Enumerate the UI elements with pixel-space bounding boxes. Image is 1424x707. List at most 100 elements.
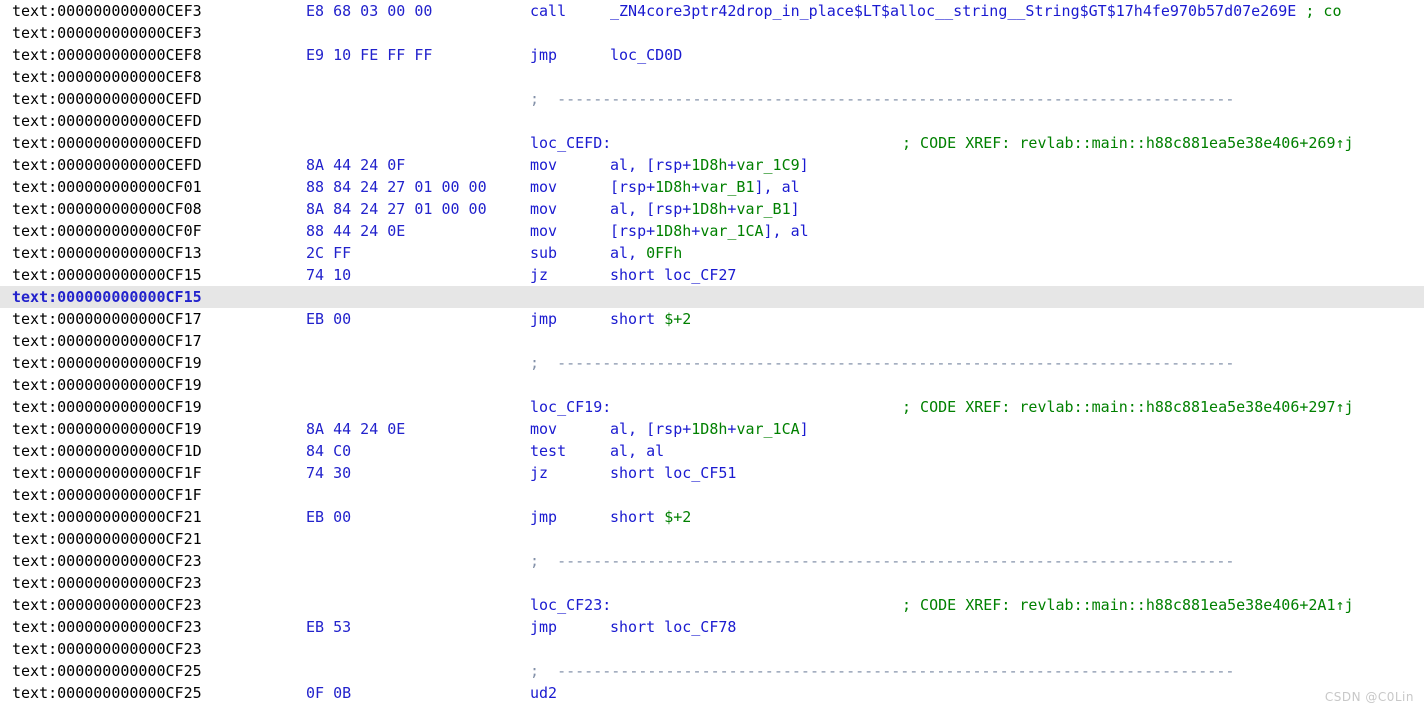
disassembly-row[interactable]: text:000000000000CF23 loc_CF23: ; CODE XRE… bbox=[0, 594, 1424, 616]
opcode-bytes-cell: 8A 44 24 0F bbox=[306, 156, 406, 174]
disassembly-row[interactable]: text:000000000000CF25 ; -----------------… bbox=[0, 660, 1424, 682]
address-cell: text:000000000000CF19 bbox=[12, 420, 202, 438]
address-cell: text:000000000000CEF8 bbox=[12, 68, 202, 86]
mnemonic-cell: ud2 bbox=[530, 684, 558, 702]
operands-cell[interactable]: short $+2 bbox=[610, 506, 691, 528]
mnemonic-cell: mov bbox=[530, 178, 558, 196]
disassembly-row[interactable]: text:000000000000CF19 bbox=[0, 374, 1424, 396]
address-cell: text:000000000000CEFD bbox=[12, 112, 202, 130]
address-cell: text:000000000000CF1D bbox=[12, 442, 202, 460]
disassembly-row[interactable]: text:000000000000CEF8 E9 10 FE FF FF jmp lo… bbox=[0, 44, 1424, 66]
disassembly-row[interactable]: text:000000000000CEFD bbox=[0, 110, 1424, 132]
operands-cell[interactable]: al, [rsp+1D8h+var_1CA] bbox=[610, 418, 809, 440]
section-separator: ; --------------------------------------… bbox=[530, 90, 1235, 108]
opcode-bytes-cell: 88 44 24 0E bbox=[306, 222, 406, 240]
xref-comment: ; CODE XREF: revlab::main::h88c881ea5e38… bbox=[902, 596, 1354, 614]
disassembly-row[interactable]: text:000000000000CEFD 8A 44 24 0F mov al, [… bbox=[0, 154, 1424, 176]
opcode-bytes-cell: E8 68 03 00 00 bbox=[306, 2, 433, 20]
address-cell: text:000000000000CF23 bbox=[12, 574, 202, 592]
operands-cell[interactable]: short $+2 bbox=[610, 308, 691, 330]
disassembly-row[interactable]: text:000000000000CEF8 bbox=[0, 66, 1424, 88]
opcode-bytes-cell: 88 84 24 27 01 00 00 bbox=[306, 178, 487, 196]
mnemonic-cell: mov bbox=[530, 200, 558, 218]
address-cell: text:000000000000CF1F bbox=[12, 486, 202, 504]
disassembly-row[interactable]: text:000000000000CF01 88 84 24 27 01 00 0… bbox=[0, 176, 1424, 198]
address-cell: text:000000000000CF23 bbox=[12, 552, 202, 570]
disassembly-row[interactable]: text:000000000000CF23 EB 53 jmp short loc_C… bbox=[0, 616, 1424, 638]
code-label[interactable]: loc_CF23: bbox=[530, 594, 611, 616]
operands-cell[interactable]: short loc_CF51 bbox=[610, 462, 736, 484]
disassembly-row[interactable]: text:000000000000CF08 8A 84 24 27 01 00 0… bbox=[0, 198, 1424, 220]
address-cell: text:000000000000CF01 bbox=[12, 178, 202, 196]
disassembly-row[interactable]: text:000000000000CEFD loc_CEFD: ; CODE XRE… bbox=[0, 132, 1424, 154]
mnemonic-cell: jmp bbox=[530, 46, 558, 64]
address-cell: text:000000000000CF19 bbox=[12, 376, 202, 394]
address-cell: text:000000000000CF25 bbox=[12, 684, 202, 702]
disassembly-row[interactable]: text:000000000000CF0F 88 44 24 0E mov [rsp+… bbox=[0, 220, 1424, 242]
operands-cell[interactable]: short loc_CF78 bbox=[610, 616, 736, 638]
disassembly-row[interactable]: text:000000000000CF19 8A 44 24 0E mov al, [… bbox=[0, 418, 1424, 440]
disassembly-row[interactable]: text:000000000000CF1F bbox=[0, 484, 1424, 506]
operands-cell[interactable]: al, [rsp+1D8h+var_1C9] bbox=[610, 154, 809, 176]
address-cell: text:000000000000CF23 bbox=[12, 640, 202, 658]
disassembly-row[interactable]: text:000000000000CF17 EB 00 jmp short $+2 bbox=[0, 308, 1424, 330]
disassembly-row[interactable]: text:000000000000CF19 ; -----------------… bbox=[0, 352, 1424, 374]
address-cell: text:000000000000CF15 bbox=[12, 266, 202, 284]
address-cell: text:000000000000CEFD bbox=[12, 156, 202, 174]
disassembly-row[interactable]: text:000000000000CF23 bbox=[0, 572, 1424, 594]
disassembly-row[interactable]: text:000000000000CF1D 84 C0 test al, al bbox=[0, 440, 1424, 462]
disassembly-row[interactable]: text:000000000000CEF3 E8 68 03 00 00 call _… bbox=[0, 0, 1424, 22]
address-cell: text:000000000000CF19 bbox=[12, 354, 202, 372]
disassembly-row[interactable]: text:000000000000CF1F 74 30 jz short loc_CF… bbox=[0, 462, 1424, 484]
address-cell: text:000000000000CF15 bbox=[12, 288, 202, 306]
operands-cell[interactable]: al, [rsp+1D8h+var_B1] bbox=[610, 198, 800, 220]
disassembly-row[interactable]: text:000000000000CF23 ; -----------------… bbox=[0, 550, 1424, 572]
disassembly-row[interactable]: text:000000000000CF23 bbox=[0, 638, 1424, 660]
opcode-bytes-cell: 74 10 bbox=[306, 266, 352, 284]
mnemonic-cell: jmp bbox=[530, 310, 558, 328]
mnemonic-cell: sub bbox=[530, 244, 558, 262]
opcode-bytes-cell: E9 10 FE FF FF bbox=[306, 46, 433, 64]
disassembly-row[interactable]: text:000000000000CF13 2C FF sub al, 0FFh bbox=[0, 242, 1424, 264]
inline-comment: ; co bbox=[1296, 2, 1342, 20]
address-cell: text:000000000000CEFD bbox=[12, 134, 202, 152]
operands-cell[interactable]: al, 0FFh bbox=[610, 242, 682, 264]
disassembly-listing[interactable]: text:000000000000CEF3 E8 68 03 00 00 call _… bbox=[0, 0, 1424, 707]
address-cell: text:000000000000CEF8 bbox=[12, 46, 202, 64]
address-cell: text:000000000000CF08 bbox=[12, 200, 202, 218]
address-cell: text:000000000000CEF3 bbox=[12, 24, 202, 42]
disassembly-row[interactable]: text:000000000000CF15 74 10 jz short loc_CF… bbox=[0, 264, 1424, 286]
address-cell: text:000000000000CF25 bbox=[12, 662, 202, 680]
disassembly-row[interactable]: text:000000000000CF21 EB 00 jmp short $+2 bbox=[0, 506, 1424, 528]
opcode-bytes-cell: EB 53 bbox=[306, 618, 352, 636]
opcode-bytes-cell: 8A 44 24 0E bbox=[306, 420, 406, 438]
address-cell: text:000000000000CF13 bbox=[12, 244, 202, 262]
operands-cell[interactable]: loc_CD0D bbox=[610, 44, 682, 66]
mnemonic-cell: jmp bbox=[530, 508, 558, 526]
disassembly-row[interactable]: text:000000000000CF21 bbox=[0, 528, 1424, 550]
disassembly-row[interactable]: text:000000000000CF15 bbox=[0, 286, 1424, 308]
code-label[interactable]: loc_CEFD: bbox=[530, 132, 611, 154]
opcode-bytes-cell: EB 00 bbox=[306, 508, 352, 526]
mnemonic-cell: jz bbox=[530, 266, 549, 284]
disassembly-row[interactable]: text:000000000000CF17 bbox=[0, 330, 1424, 352]
operands-cell[interactable]: [rsp+1D8h+var_B1], al bbox=[610, 176, 800, 198]
mnemonic-cell: mov bbox=[530, 156, 558, 174]
section-separator: ; --------------------------------------… bbox=[530, 354, 1235, 372]
opcode-bytes-cell: 74 30 bbox=[306, 464, 352, 482]
address-cell: text:000000000000CF1F bbox=[12, 464, 202, 482]
operands-cell[interactable]: [rsp+1D8h+var_1CA], al bbox=[610, 220, 809, 242]
disassembly-row[interactable]: text:000000000000CEFD ; -----------------… bbox=[0, 88, 1424, 110]
address-cell: text:000000000000CEFD bbox=[12, 90, 202, 108]
operands-cell[interactable]: short loc_CF27 bbox=[610, 264, 736, 286]
opcode-bytes-cell: 8A 84 24 27 01 00 00 bbox=[306, 200, 487, 218]
xref-comment: ; CODE XREF: revlab::main::h88c881ea5e38… bbox=[902, 134, 1354, 152]
code-label[interactable]: loc_CF19: bbox=[530, 396, 611, 418]
operands-cell[interactable]: _ZN4core3ptr42drop_in_place$LT$alloc__st… bbox=[610, 0, 1342, 22]
operands-cell[interactable]: al, al bbox=[610, 440, 664, 462]
disassembly-row[interactable]: text:000000000000CEF3 bbox=[0, 22, 1424, 44]
disassembly-row[interactable]: text:000000000000CF25 0F 0B ud2 bbox=[0, 682, 1424, 704]
mnemonic-cell: mov bbox=[530, 222, 558, 240]
disassembly-row[interactable]: text:000000000000CF19 loc_CF19: ; CODE XRE… bbox=[0, 396, 1424, 418]
address-cell: text:000000000000CF23 bbox=[12, 596, 202, 614]
